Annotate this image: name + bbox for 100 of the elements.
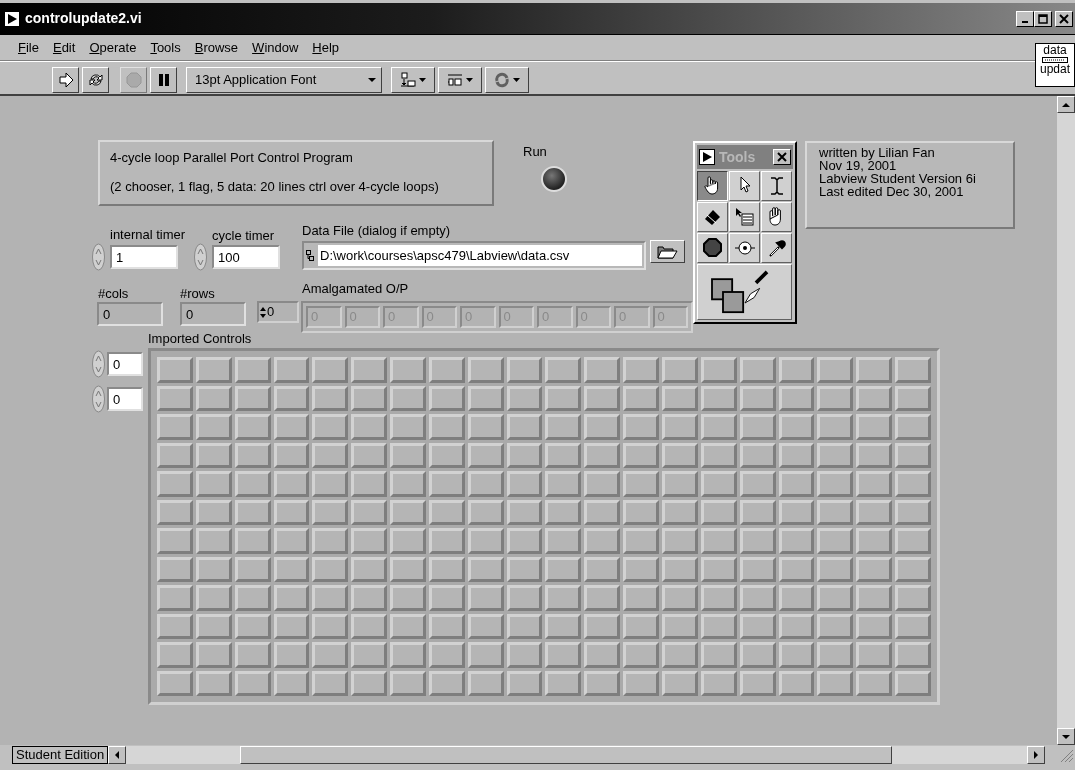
grid-button[interactable] (895, 585, 931, 611)
grid-button[interactable] (739, 585, 776, 611)
grid-button[interactable] (195, 585, 232, 611)
grid-button[interactable] (895, 357, 931, 383)
grid-button[interactable] (584, 642, 621, 668)
grid-button[interactable] (895, 613, 931, 639)
grid-button[interactable] (817, 642, 854, 668)
grid-button[interactable] (195, 670, 232, 696)
grid-button[interactable] (584, 442, 621, 468)
grid-button[interactable] (157, 499, 193, 525)
grid-button[interactable] (312, 642, 349, 668)
run-continuously-button[interactable] (82, 66, 109, 93)
grid-button[interactable] (506, 613, 543, 639)
grid-button[interactable] (390, 642, 426, 668)
grid-button[interactable] (467, 499, 504, 525)
grid-button[interactable] (817, 442, 854, 468)
menu-item[interactable]: Tools (144, 37, 189, 58)
grid-button[interactable] (817, 499, 854, 525)
grid-button[interactable] (662, 528, 698, 554)
grid-button[interactable] (157, 414, 193, 440)
grid-button[interactable] (390, 414, 426, 440)
grid-button[interactable] (390, 670, 426, 696)
grid-button[interactable] (428, 385, 465, 411)
menu-item[interactable]: Browse (188, 37, 247, 58)
grid-button[interactable] (662, 642, 698, 668)
grid-button[interactable] (351, 357, 388, 383)
grid-button[interactable] (234, 556, 271, 582)
grid-button[interactable] (234, 528, 271, 554)
grid-button[interactable] (545, 528, 582, 554)
grid-button[interactable] (856, 528, 893, 554)
grid-button[interactable] (662, 585, 698, 611)
grid-button[interactable] (662, 471, 698, 497)
grid-button[interactable] (506, 385, 543, 411)
grid-button[interactable] (312, 528, 349, 554)
grid-button[interactable] (195, 499, 232, 525)
grid-button[interactable] (195, 528, 232, 554)
grid-button[interactable] (700, 613, 737, 639)
grid-button[interactable] (390, 585, 426, 611)
grid-button[interactable] (739, 613, 776, 639)
grid-button[interactable] (584, 670, 621, 696)
grid-button[interactable] (506, 556, 543, 582)
grid-button[interactable] (584, 613, 621, 639)
grid-button[interactable] (778, 556, 815, 582)
grid-button[interactable] (856, 385, 893, 411)
grid-button[interactable] (273, 414, 310, 440)
grid-button[interactable] (390, 613, 426, 639)
increment-spinner-icon[interactable] (92, 385, 105, 413)
grid-button[interactable] (739, 357, 776, 383)
grid-button[interactable] (739, 670, 776, 696)
grid-button[interactable] (778, 642, 815, 668)
grid-button[interactable] (623, 670, 660, 696)
grid-button[interactable] (390, 385, 426, 411)
grid-button[interactable] (428, 357, 465, 383)
grid-button[interactable] (273, 670, 310, 696)
grid-button[interactable] (195, 556, 232, 582)
grid-button[interactable] (234, 357, 271, 383)
grid-button[interactable] (195, 357, 232, 383)
increment-spinner-icon[interactable] (194, 243, 207, 271)
grid-button[interactable] (351, 385, 388, 411)
grid-button[interactable] (273, 471, 310, 497)
grid-button[interactable] (856, 414, 893, 440)
grid-button[interactable] (273, 528, 310, 554)
grid-button[interactable] (856, 442, 893, 468)
grid-button[interactable] (856, 613, 893, 639)
grid-button[interactable] (856, 357, 893, 383)
grid-button[interactable] (700, 414, 737, 440)
grid-button[interactable] (157, 357, 193, 383)
distribute-dropdown[interactable] (438, 66, 482, 93)
grid-button[interactable] (778, 385, 815, 411)
grid-button[interactable] (428, 528, 465, 554)
grid-button[interactable] (623, 556, 660, 582)
scroll-down-icon[interactable] (1061, 732, 1071, 741)
run-button[interactable] (52, 66, 79, 93)
horizontal-scrollbar[interactable] (126, 746, 1027, 764)
grid-button[interactable] (545, 414, 582, 440)
grid-button[interactable] (234, 385, 271, 411)
grid-button[interactable] (739, 556, 776, 582)
grid-button[interactable] (623, 585, 660, 611)
grid-button[interactable] (351, 670, 388, 696)
grid-button[interactable] (623, 357, 660, 383)
grid-button[interactable] (778, 414, 815, 440)
grid-button[interactable] (273, 499, 310, 525)
scroll-left-icon[interactable] (113, 750, 122, 760)
grid-button[interactable] (700, 585, 737, 611)
grid-button[interactable] (584, 499, 621, 525)
grid-button[interactable] (195, 385, 232, 411)
minimize-button[interactable] (1016, 10, 1034, 27)
grid-button[interactable] (506, 357, 543, 383)
grid-button[interactable] (428, 613, 465, 639)
resize-grip-icon[interactable] (1059, 748, 1075, 764)
menu-item[interactable]: Help (306, 37, 348, 58)
grid-button[interactable] (623, 613, 660, 639)
numeric-indicator[interactable]: 0 (97, 302, 163, 326)
grid-button[interactable] (506, 642, 543, 668)
grid-button[interactable] (273, 642, 310, 668)
grid-button[interactable] (312, 556, 349, 582)
grid-button[interactable] (467, 556, 504, 582)
grid-button[interactable] (467, 670, 504, 696)
grid-button[interactable] (739, 471, 776, 497)
grid-button[interactable] (895, 414, 931, 440)
